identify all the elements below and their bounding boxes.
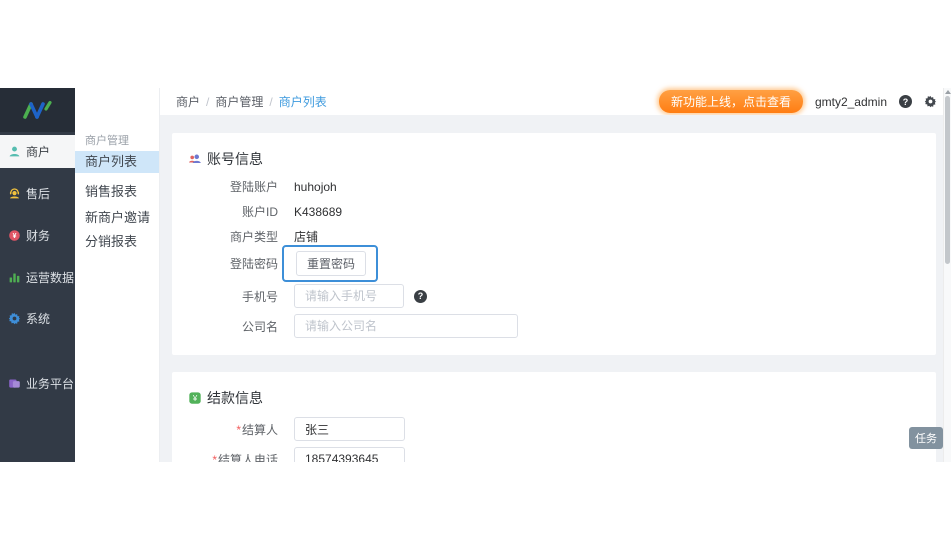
app-logo[interactable]: [0, 88, 75, 132]
submenu-item-distribution-report[interactable]: 分销报表: [75, 231, 159, 253]
settler-label: *结算人: [236, 422, 278, 437]
breadcrumb-merchant-list-current[interactable]: 商户列表: [279, 93, 327, 110]
sidebar-item-label: 运营数据: [26, 270, 75, 285]
settler-phone-label: *结算人电话: [188, 451, 278, 463]
platform-cards-icon: [9, 378, 20, 388]
secondary-sidebar: 商户管理 商户列表 销售报表 新商户邀请 分销报表: [75, 88, 160, 462]
submenu-item-sales-report[interactable]: 销售报表: [75, 181, 159, 203]
gear-icon: [8, 312, 21, 324]
yen-circle-icon: ¥: [9, 229, 20, 241]
headset-icon: [9, 187, 20, 198]
login-account-label: 登陆账户: [229, 180, 278, 194]
help-icon[interactable]: ?: [899, 95, 912, 108]
reset-password-button[interactable]: 重置密码: [296, 251, 367, 276]
admin-app-window: 商户 售后 ¥ 财务 运营数据 系统 业务平台 商户管理 商户列表 销售报表 新…: [0, 88, 951, 462]
current-username[interactable]: gmty2_admin: [815, 95, 887, 109]
company-label: 公司名: [241, 319, 278, 334]
breadcrumb-separator: /: [206, 94, 210, 109]
required-mark: *: [236, 422, 241, 437]
settings-gear-icon[interactable]: [924, 95, 937, 108]
svg-text:¥: ¥: [193, 394, 198, 403]
sidebar-item-operations-data[interactable]: 运营数据: [0, 265, 75, 289]
phone-help-icon[interactable]: ?: [414, 289, 427, 303]
merchant-type-row: 商户类型 店铺: [188, 228, 318, 245]
account-id-row: 账户ID K438689: [188, 203, 342, 220]
required-mark: *: [212, 452, 217, 463]
breadcrumb-separator: /: [269, 94, 273, 109]
sidebar-item-aftersales[interactable]: 售后: [0, 181, 75, 205]
account-id-label: 账户ID: [241, 205, 278, 219]
sidebar-item-system[interactable]: 系统: [0, 306, 75, 330]
new-feature-notice-badge[interactable]: 新功能上线，点击查看: [658, 90, 803, 113]
logo-mark-icon: [22, 100, 52, 119]
phone-input[interactable]: [294, 284, 404, 308]
merchant-type-value: 店铺: [294, 230, 319, 244]
top-bar: 商户 / 商户管理 / 商户列表 新功能上线，点击查看 gmty2_admin …: [160, 88, 951, 115]
login-password-row: 登陆密码 重置密码: [188, 245, 379, 282]
merchant-person-icon: [9, 146, 20, 157]
breadcrumb-merchant[interactable]: 商户: [176, 93, 200, 110]
login-password-label: 登陆密码: [229, 257, 278, 271]
account-info-card: 账号信息 登陆账户 huhojoh 账户ID K438689 商户类型 店铺 登…: [172, 133, 936, 355]
submenu-group-title: 商户管理: [85, 135, 129, 147]
phone-label: 手机号: [241, 289, 278, 304]
settlement-info-title: ¥ 结款信息: [188, 388, 263, 408]
sidebar-item-merchant[interactable]: 商户: [0, 135, 75, 168]
main-content: 账号信息 登陆账户 huhojoh 账户ID K438689 商户类型 店铺 登…: [160, 115, 951, 462]
company-input[interactable]: [294, 314, 518, 338]
account-people-icon: [189, 154, 201, 164]
sidebar-item-label: 售后: [26, 186, 51, 201]
settler-phone-input[interactable]: [294, 447, 405, 462]
sidebar-item-label: 财务: [26, 228, 51, 243]
sidebar-item-label: 业务平台: [26, 376, 75, 391]
submenu-item-merchant-list[interactable]: 商户列表: [75, 151, 159, 173]
company-row: 公司名: [188, 314, 518, 338]
top-bar-right: 新功能上线，点击查看 gmty2_admin ?: [658, 90, 937, 113]
bar-chart-icon: [9, 272, 20, 282]
account-info-title: 账号信息: [188, 149, 263, 169]
task-floating-tab[interactable]: 任务: [909, 427, 943, 449]
settlement-info-title-text: 结款信息: [207, 390, 263, 406]
phone-row: 手机号 ?: [188, 284, 427, 308]
primary-sidebar: 商户 售后 ¥ 财务 运营数据 系统 业务平台: [0, 88, 75, 462]
sidebar-item-business-platform[interactable]: 业务平台: [0, 371, 75, 395]
settler-row: *结算人: [188, 417, 405, 441]
breadcrumb: 商户 / 商户管理 / 商户列表: [176, 93, 327, 110]
settlement-info-card: ¥ 结款信息 *结算人 *结算人电话: [172, 372, 936, 462]
account-info-title-text: 账号信息: [207, 151, 263, 167]
settlement-money-icon: ¥: [189, 392, 201, 404]
submenu-item-new-merchant-invite[interactable]: 新商户邀请: [75, 207, 159, 229]
page-scrollbar[interactable]: [943, 88, 951, 462]
sidebar-item-label: 系统: [26, 311, 51, 326]
scrollbar-up-arrow-icon[interactable]: [945, 90, 951, 94]
login-account-row: 登陆账户 huhojoh: [188, 178, 337, 195]
sidebar-item-finance[interactable]: ¥ 财务: [0, 223, 75, 247]
merchant-type-label: 商户类型: [229, 230, 278, 244]
reset-password-focus-ring: 重置密码: [282, 245, 379, 282]
account-id-value: K438689: [294, 204, 343, 219]
settler-phone-row: *结算人电话: [188, 447, 405, 462]
svg-text:¥: ¥: [13, 232, 17, 239]
sidebar-item-label: 商户: [26, 145, 51, 159]
settler-input[interactable]: [294, 417, 405, 441]
login-account-value: huhojoh: [294, 179, 337, 194]
breadcrumb-merchant-management[interactable]: 商户管理: [215, 93, 263, 110]
scrollbar-thumb[interactable]: [945, 96, 950, 264]
